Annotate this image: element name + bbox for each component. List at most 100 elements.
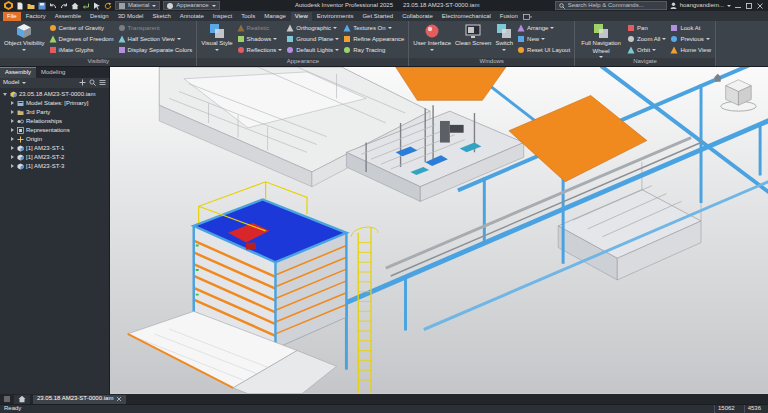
home-view-icon[interactable]: [714, 74, 722, 82]
search-box[interactable]: [555, 1, 667, 11]
dropdown-arrow-icon[interactable]: [652, 49, 656, 51]
graphics-window[interactable]: [110, 67, 768, 394]
dropdown-arrow-icon[interactable]: [333, 27, 337, 29]
minimize-icon[interactable]: [734, 2, 742, 10]
redo-icon[interactable]: [60, 2, 68, 10]
ribbon-tab[interactable]: Collaborate: [398, 12, 437, 22]
undo-icon[interactable]: [49, 2, 57, 10]
dropdown-arrow-icon[interactable]: [541, 38, 545, 40]
file-menu-tab[interactable]: File: [3, 12, 21, 22]
viewcube[interactable]: [721, 80, 756, 111]
ribbon-button[interactable]: New: [517, 34, 570, 44]
command-icon[interactable]: [627, 46, 635, 54]
search-icon[interactable]: [89, 79, 96, 86]
command-icon[interactable]: [286, 46, 294, 54]
command-icon[interactable]: [517, 46, 525, 54]
ribbon-tab[interactable]: Environments: [313, 12, 358, 22]
ribbon-button[interactable]: Previous: [670, 34, 711, 44]
command-icon[interactable]: [343, 46, 351, 54]
ribbon-button[interactable]: Zoom All: [627, 34, 666, 44]
command-icon[interactable]: [465, 23, 481, 39]
ribbon-button[interactable]: Pan: [627, 23, 666, 33]
command-icon[interactable]: [670, 35, 678, 43]
ribbon-button[interactable]: Half Section View: [118, 34, 193, 44]
menu-icon[interactable]: [99, 79, 106, 86]
ribbon-button[interactable]: Refine Appearance: [343, 34, 404, 44]
command-icon[interactable]: [49, 46, 57, 54]
expand-toggle-icon[interactable]: [9, 118, 15, 124]
transfer-unit[interactable]: [346, 106, 523, 202]
ribbon-button[interactable]: Switch: [495, 23, 513, 51]
browser-tab[interactable]: Modeling: [36, 67, 70, 78]
ribbon-tab[interactable]: Tools: [237, 12, 259, 22]
ribbon-tab[interactable]: Inspect: [209, 12, 236, 22]
command-icon[interactable]: [286, 24, 294, 32]
add-icon[interactable]: [79, 79, 86, 86]
appearance-dropdown[interactable]: Appearance: [163, 1, 219, 11]
dropdown-arrow-icon[interactable]: [706, 38, 710, 40]
dropdown-arrow-icon[interactable]: [273, 38, 277, 40]
command-icon[interactable]: [343, 35, 351, 43]
conveyor-frame[interactable]: [346, 67, 768, 368]
command-icon[interactable]: [670, 46, 678, 54]
dropdown-arrow-icon[interactable]: [152, 5, 156, 7]
command-icon[interactable]: [49, 24, 57, 32]
command-icon[interactable]: [424, 23, 440, 39]
loading-platform[interactable]: [128, 312, 337, 394]
panel-toggle-icon[interactable]: [523, 13, 532, 21]
command-icon[interactable]: [593, 23, 609, 39]
ribbon-button[interactable]: Reflections: [237, 45, 283, 55]
expand-toggle-icon[interactable]: [9, 136, 15, 142]
dropdown-arrow-icon[interactable]: [335, 49, 339, 51]
expand-toggle-icon[interactable]: [9, 145, 15, 151]
browser-node[interactable]: 3rd Party: [0, 108, 109, 117]
expand-toggle-icon[interactable]: [9, 109, 15, 115]
ribbon-tab[interactable]: Fusion: [496, 12, 522, 22]
ribbon-button[interactable]: User Interface: [413, 23, 451, 51]
expand-toggle-icon[interactable]: [2, 91, 8, 97]
command-icon[interactable]: [16, 23, 32, 39]
ribbon-button[interactable]: iMate Glyphs: [49, 45, 114, 55]
command-icon[interactable]: [118, 35, 126, 43]
expand-toggle-icon[interactable]: [9, 100, 15, 106]
ribbon-button[interactable]: Full Navigation Wheel: [579, 23, 623, 58]
ribbon-button[interactable]: Orbit: [627, 45, 666, 55]
ribbon-button[interactable]: Orthographic: [286, 23, 339, 33]
ribbon-button[interactable]: Reset UI Layout: [517, 45, 570, 55]
save-icon[interactable]: [38, 2, 46, 10]
dropdown-arrow-icon[interactable]: [388, 27, 392, 29]
expand-toggle-icon[interactable]: [9, 154, 15, 160]
ribbon-button[interactable]: Home View: [670, 45, 711, 55]
ribbon-tab[interactable]: Sketch: [148, 12, 174, 22]
document-tab[interactable]: 23.05.18 AM23-ST-0000.iam: [33, 395, 126, 404]
ribbon-button[interactable]: Ground Plane: [286, 34, 339, 44]
ribbon-button[interactable]: Default Lights: [286, 45, 339, 55]
command-icon[interactable]: [517, 35, 525, 43]
maximize-icon[interactable]: [745, 2, 753, 10]
expand-toggle-icon[interactable]: [9, 163, 15, 169]
ribbon-button[interactable]: Ray Tracing: [343, 45, 404, 55]
material-dropdown[interactable]: Material: [115, 1, 160, 11]
new-file-icon[interactable]: [16, 2, 24, 10]
ribbon-button[interactable]: Center of Gravity: [49, 23, 114, 33]
dropdown-arrow-icon[interactable]: [430, 49, 434, 51]
model-viewport-canvas[interactable]: [110, 67, 768, 394]
dropdown-arrow-icon[interactable]: [662, 38, 666, 40]
browser-node[interactable]: Relationships: [0, 117, 109, 126]
ribbon-button[interactable]: Textures On: [343, 23, 404, 33]
app-logo-icon[interactable]: [4, 1, 13, 10]
access-ladder[interactable]: [351, 227, 378, 393]
dropdown-arrow-icon[interactable]: [22, 49, 26, 51]
command-icon[interactable]: [627, 24, 635, 32]
expand-toggle-icon[interactable]: [9, 127, 15, 133]
ribbon-button[interactable]: Look At: [670, 23, 711, 33]
dropdown-arrow-icon[interactable]: [335, 38, 339, 40]
command-icon[interactable]: [49, 35, 57, 43]
return-icon[interactable]: [82, 2, 90, 10]
ribbon-button[interactable]: Display Separate Colors: [118, 45, 193, 55]
ribbon-button[interactable]: Degrees of Freedom: [49, 34, 114, 44]
orange-plates[interactable]: [396, 67, 647, 182]
close-icon[interactable]: [756, 2, 764, 10]
ribbon-button[interactable]: Shadows: [237, 34, 283, 44]
ribbon-button[interactable]: Clean Screen: [455, 23, 491, 48]
